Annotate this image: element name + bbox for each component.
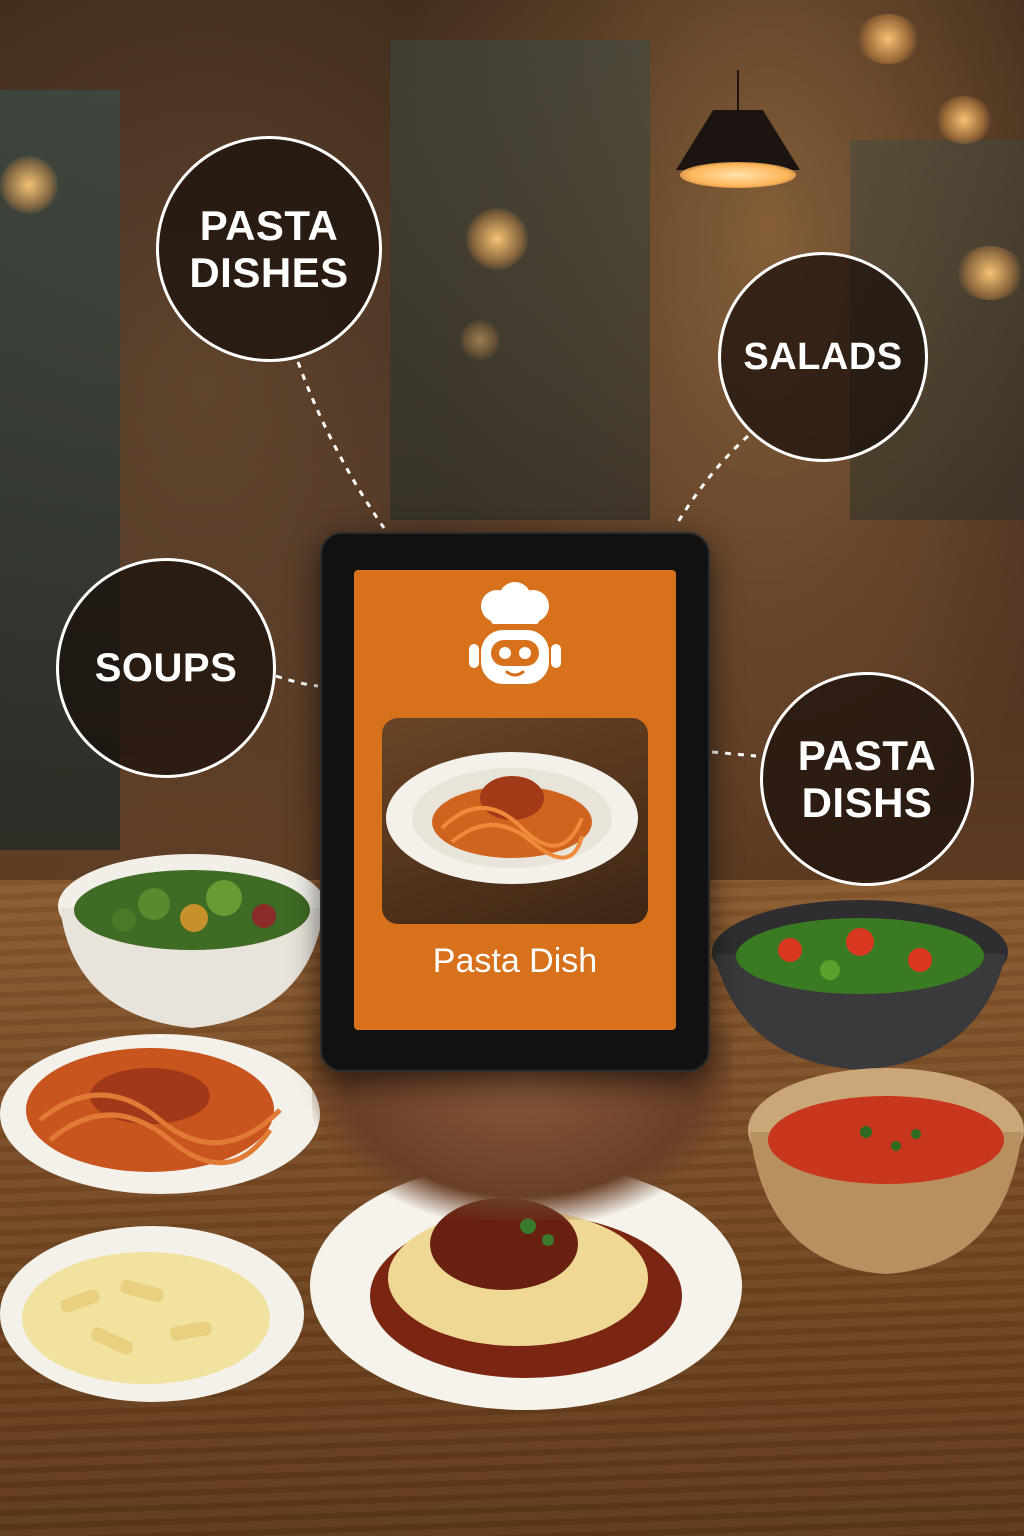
dish-photo-card[interactable] — [382, 718, 648, 924]
bubble-label: SALADS — [743, 335, 903, 378]
category-bubble-pasta-dishs[interactable]: PASTA DISHS — [760, 672, 974, 886]
bokeh-light — [466, 208, 528, 270]
bokeh-light — [956, 246, 1024, 300]
dish-label: Pasta Dish — [432, 942, 598, 980]
tomato-soup-bowl — [748, 1068, 1024, 1274]
salad-bowl-right — [712, 900, 1008, 1070]
tablet: Pasta Dish — [320, 532, 710, 1072]
tablet-screen: Pasta Dish — [354, 570, 676, 1030]
bokeh-light — [856, 14, 920, 64]
spaghetti-dish-image — [386, 752, 638, 884]
pendant-lamp — [676, 70, 800, 188]
bokeh-light — [936, 96, 992, 144]
bokeh-light — [460, 320, 500, 360]
category-bubble-soups[interactable]: SOUPS — [56, 558, 276, 778]
chef-robot-icon — [469, 582, 561, 684]
bubble-label: SOUPS — [94, 645, 238, 690]
background-window — [390, 40, 650, 520]
spaghetti-plate-left — [0, 1034, 320, 1194]
category-bubble-pasta-dishes[interactable]: PASTA DISHES — [156, 136, 382, 362]
penne-plate — [0, 1226, 304, 1402]
category-bubble-salads[interactable]: SALADS — [718, 252, 928, 462]
bubble-label: PASTA DISHS — [797, 731, 937, 826]
bokeh-light — [0, 156, 58, 214]
restaurant-scene: PASTA DISHES SALADS SOUPS PASTA DISHS Pa… — [0, 0, 1024, 1536]
salad-bowl-left — [58, 854, 326, 1028]
bubble-label: PASTA DISHES — [189, 201, 349, 296]
